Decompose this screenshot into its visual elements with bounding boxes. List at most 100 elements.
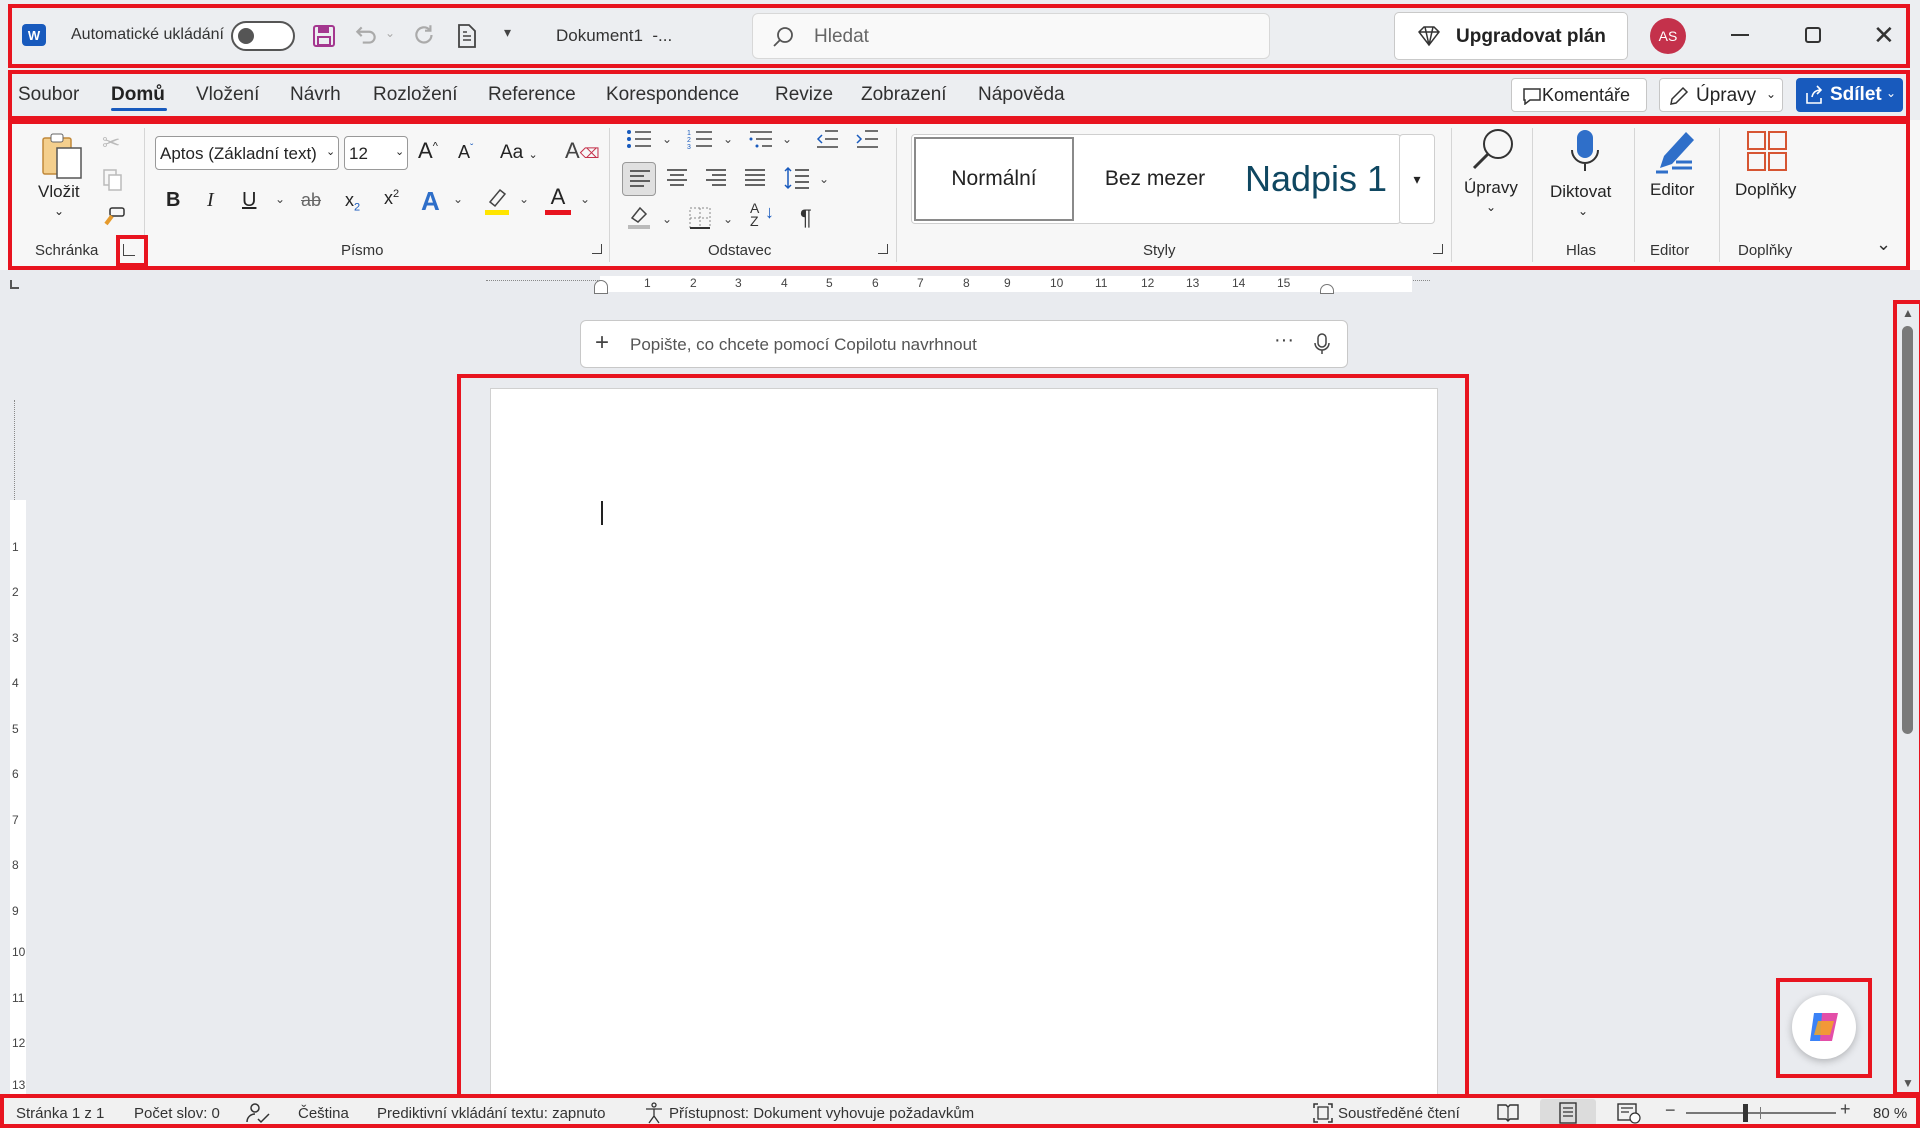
styles-dialog-launcher-icon[interactable] — [1433, 244, 1443, 254]
minimize-icon[interactable] — [1731, 34, 1749, 36]
tab-home[interactable]: Domů — [111, 84, 165, 106]
style-no-spacing[interactable]: Bez mezer — [1076, 137, 1234, 221]
document-name[interactable]: Dokument1 -... — [556, 26, 672, 46]
accessibility-status[interactable]: Přístupnost: Dokument vyhovuje požadavků… — [669, 1105, 974, 1122]
undo-dropdown-icon[interactable]: ⌄ — [385, 26, 395, 40]
left-indent-marker-icon[interactable] — [594, 280, 608, 294]
font-color-dropdown-icon[interactable]: ⌄ — [580, 192, 590, 206]
share-button[interactable]: Sdílet ⌄ — [1796, 78, 1903, 112]
highlight-dropdown-icon[interactable]: ⌄ — [519, 192, 529, 206]
tab-references[interactable]: Reference — [488, 84, 576, 106]
scroll-thumb[interactable] — [1902, 326, 1913, 734]
highlight-color-icon[interactable] — [484, 186, 510, 216]
justify-icon[interactable] — [743, 168, 767, 193]
zoom-slider[interactable] — [1686, 1104, 1836, 1122]
align-center-icon[interactable] — [665, 168, 689, 193]
editor-button[interactable]: Editor — [1640, 124, 1710, 224]
word-count[interactable]: Počet slov: 0 — [134, 1105, 220, 1122]
text-effects-dropdown-icon[interactable]: ⌄ — [453, 192, 463, 206]
decrease-indent-icon[interactable] — [815, 128, 839, 155]
zoom-in-icon[interactable]: + — [1840, 1099, 1851, 1120]
shading-dropdown-icon[interactable]: ⌄ — [662, 212, 672, 226]
undo-icon[interactable] — [352, 20, 380, 50]
line-spacing-icon[interactable] — [784, 166, 810, 195]
line-spacing-dropdown-icon[interactable]: ⌄ — [819, 172, 829, 186]
font-size-select[interactable]: 12 ⌄ — [344, 136, 408, 170]
tab-selector-icon[interactable] — [10, 280, 19, 289]
paste-button[interactable]: Vložit ⌄ — [30, 128, 90, 224]
avatar[interactable]: AS — [1650, 18, 1686, 54]
editing-button[interactable]: Úpravy ⌄ — [1456, 124, 1526, 224]
focus-mode[interactable]: Soustředěné čtení — [1338, 1105, 1460, 1122]
dictate-button[interactable]: Diktovat ⌄ — [1540, 124, 1630, 224]
language[interactable]: Čeština — [298, 1105, 349, 1122]
font-dialog-launcher-icon[interactable] — [592, 244, 602, 254]
vertical-ruler[interactable]: 1 2 3 4 5 6 7 8 9 10 11 12 13 — [10, 400, 26, 1098]
clear-formatting-icon[interactable]: A⌫ — [565, 138, 599, 164]
document-page[interactable] — [490, 388, 1438, 1098]
zoom-out-icon[interactable]: − — [1665, 1100, 1676, 1121]
print-layout-icon[interactable] — [1540, 1099, 1596, 1127]
shrink-font-icon[interactable]: Aˇ — [458, 142, 473, 163]
more-options-icon[interactable]: ··· — [1274, 329, 1294, 352]
zoom-level[interactable]: 80 % — [1873, 1105, 1907, 1122]
comments-button[interactable]: Komentáře — [1511, 78, 1647, 112]
tab-file[interactable]: Soubor — [18, 84, 79, 106]
grow-font-icon[interactable]: A^ — [418, 138, 438, 164]
read-mode-icon[interactable] — [1497, 1102, 1519, 1127]
multilevel-dropdown-icon[interactable]: ⌄ — [782, 132, 792, 146]
copy-icon[interactable] — [102, 168, 124, 197]
font-color-icon[interactable]: A — [545, 184, 571, 216]
style-heading-1[interactable]: Nadpis 1 — [1236, 137, 1396, 221]
close-icon[interactable]: ✕ — [1873, 22, 1895, 48]
upgrade-button[interactable]: Upgradovat plán — [1394, 12, 1628, 60]
tab-layout[interactable]: Rozložení — [373, 84, 458, 106]
font-name-select[interactable]: Aptos (Základní text) ⌄ — [155, 136, 339, 170]
tab-review[interactable]: Revize — [775, 84, 833, 106]
predictive-text-status[interactable]: Prediktivní vkládání textu: zapnuto — [377, 1105, 605, 1122]
shading-icon[interactable] — [626, 204, 652, 235]
web-layout-icon[interactable] — [1617, 1102, 1641, 1128]
style-normal[interactable]: Normální — [914, 137, 1074, 221]
search-box[interactable]: Hledat — [752, 13, 1270, 59]
underline-dropdown-icon[interactable]: ⌄ — [275, 192, 285, 206]
scroll-up-icon[interactable]: ▲ — [1902, 306, 1914, 320]
subscript-icon[interactable]: x2 — [345, 190, 360, 214]
cut-icon[interactable]: ✂ — [102, 130, 120, 156]
editing-mode-button[interactable]: Úpravy ⌄ — [1659, 78, 1783, 112]
scroll-down-icon[interactable]: ▼ — [1902, 1076, 1914, 1090]
styles-more-button[interactable]: ▾ — [1399, 134, 1435, 224]
autosave-toggle[interactable] — [231, 21, 295, 51]
zoom-slider-thumb[interactable] — [1743, 1104, 1748, 1122]
strikethrough-icon[interactable]: ab — [301, 190, 321, 211]
redo-icon[interactable] — [410, 20, 440, 50]
horizontal-ruler[interactable]: 1 2 3 4 5 6 7 8 9 10 11 12 13 14 15 — [486, 276, 1430, 294]
customize-qat-icon[interactable]: ▾ — [504, 24, 511, 41]
page-count[interactable]: Stránka 1 z 1 — [16, 1105, 104, 1122]
save-icon[interactable] — [310, 22, 338, 50]
tab-help[interactable]: Nápověda — [978, 84, 1065, 106]
numbering-dropdown-icon[interactable]: ⌄ — [723, 132, 733, 146]
multilevel-list-icon[interactable] — [748, 128, 774, 155]
borders-icon[interactable] — [688, 206, 712, 235]
text-effects-icon[interactable]: A — [421, 186, 440, 217]
increase-indent-icon[interactable] — [855, 128, 879, 155]
collapse-ribbon-icon[interactable]: ⌄ — [1876, 234, 1891, 255]
addins-button[interactable]: Doplňky — [1726, 124, 1810, 224]
align-right-icon[interactable] — [704, 168, 728, 193]
plus-icon[interactable]: + — [595, 329, 609, 357]
align-left-icon[interactable] — [622, 162, 656, 196]
tab-insert[interactable]: Vložení — [196, 84, 259, 106]
numbering-icon[interactable]: 123 — [687, 128, 713, 155]
bold-icon[interactable]: B — [166, 189, 180, 212]
bullets-icon[interactable] — [626, 128, 652, 155]
clipboard-dialog-launcher-icon[interactable] — [123, 244, 135, 256]
underline-icon[interactable]: U — [242, 189, 256, 212]
document-icon[interactable] — [454, 22, 480, 50]
tab-mailings[interactable]: Korespondence — [606, 84, 739, 106]
bullets-dropdown-icon[interactable]: ⌄ — [662, 132, 672, 146]
copilot-button[interactable] — [1792, 995, 1856, 1059]
vertical-scrollbar[interactable]: ▲ ▼ — [1898, 302, 1918, 1098]
proofing-icon[interactable] — [245, 1102, 271, 1128]
show-formatting-marks-icon[interactable]: ¶ — [800, 205, 812, 231]
